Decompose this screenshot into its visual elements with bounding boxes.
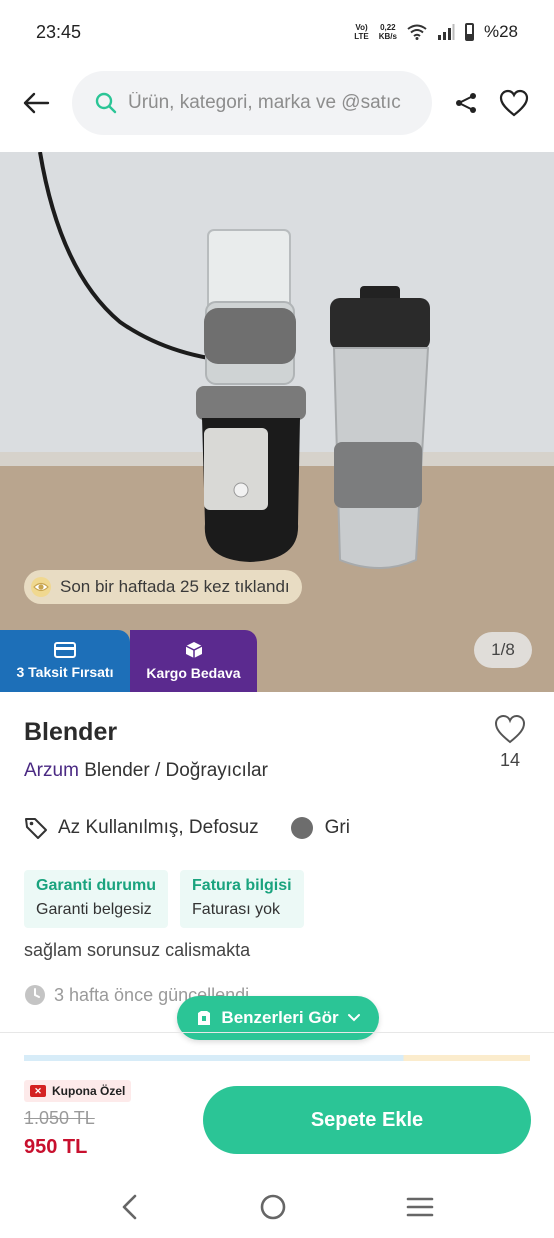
coupon-badge: ✕ Kupona Özel: [24, 1080, 132, 1102]
category-link[interactable]: Blender / Doğrayıcılar: [84, 760, 268, 781]
color-text: Gri: [324, 817, 350, 838]
status-indicators: Vo) LTE 0,22 KB/s %28: [354, 22, 518, 42]
heart-icon: [499, 89, 529, 117]
top-bar: [0, 70, 554, 136]
clock-icon: [25, 985, 45, 1005]
brand-category-line: Arzum Blender / Doğrayıcılar: [24, 760, 268, 782]
favorite-block[interactable]: 14: [488, 714, 532, 771]
attributes-row: Az Kullanılmış, Defosuz Gri: [24, 814, 350, 842]
battery-level: %28: [483, 22, 518, 41]
section-divider: [0, 1032, 554, 1033]
installment-label: 3 Taksit Fırsatı: [16, 664, 114, 680]
invoice-value: Faturası yok: [192, 901, 281, 918]
package-icon: [185, 642, 202, 658]
old-price: 1.050 TL: [24, 1108, 95, 1128]
product-photo: [0, 152, 554, 692]
warranty-label: Garanti durumu: [36, 877, 157, 894]
system-nav-bar: [0, 1176, 554, 1238]
coupon-icon: ✕: [30, 1085, 46, 1097]
product-title: Blender: [24, 718, 118, 746]
add-to-cart-button[interactable]: Sepete Ekle: [203, 1086, 531, 1154]
similar-products-label: Benzerleri Gör: [221, 1008, 339, 1027]
chevron-down-icon: [347, 1014, 360, 1022]
current-price: 950 TL: [24, 1136, 88, 1158]
eye-icon: [31, 577, 51, 597]
view-count-notice: Son bir haftada 25 kez tıklandı: [24, 570, 302, 604]
installment-badge[interactable]: 3 Taksit Fırsatı: [0, 630, 130, 692]
arrow-left-icon: [23, 92, 50, 114]
condition-text: Az Kullanılmış, Defosuz: [58, 817, 259, 838]
battery-icon: [464, 23, 474, 41]
free-shipping-label: Kargo Bedava: [146, 665, 241, 681]
coupon-label: Kupona Özel: [52, 1084, 126, 1098]
heart-icon: [494, 714, 526, 744]
status-bar: 23:45 Vo) LTE 0,22 KB/s %28: [0, 0, 554, 64]
network-speed: 0,22 KB/s: [378, 23, 397, 41]
status-time: 23:45: [36, 21, 82, 42]
home-nav-icon[interactable]: [259, 1193, 287, 1221]
purchase-bar: ✕ Kupona Özel 1.050 TL 950 TL Sepete Ekl…: [0, 1062, 554, 1174]
product-detail-page: 23:45 Vo) LTE 0,22 KB/s %28 Ürün, katego…: [0, 0, 554, 1238]
credit-card-icon: [54, 642, 76, 658]
recents-nav-icon[interactable]: [406, 1196, 434, 1218]
similar-products-button[interactable]: Benzerleri Gör: [177, 996, 379, 1040]
color-swatch: [290, 817, 313, 839]
brand-link[interactable]: Arzum: [24, 760, 79, 781]
network-type: Vo) LTE: [354, 23, 369, 41]
favorite-header-button[interactable]: [490, 70, 538, 136]
search-icon: [95, 92, 117, 114]
wifi-icon: [407, 24, 427, 40]
invoice-label: Fatura bilgisi: [192, 877, 292, 894]
view-count-text: Son bir haftada 25 kez tıklandı: [60, 577, 290, 596]
signal-icon: [437, 24, 455, 40]
product-image-gallery[interactable]: Son bir haftada 25 kez tıklandı 3 Taksit…: [0, 152, 554, 692]
similar-icon: [198, 1011, 211, 1025]
warranty-card: Garanti durumu Garanti belgesiz: [24, 870, 169, 928]
free-shipping-badge[interactable]: Kargo Bedava: [130, 630, 257, 692]
image-counter: 1/8: [474, 632, 532, 668]
promo-strip: [24, 1055, 530, 1061]
invoice-card: Fatura bilgisi Faturası yok: [180, 870, 304, 928]
share-icon: [456, 93, 476, 113]
favorite-count: 14: [499, 750, 521, 770]
info-cards: Garanti durumu Garanti belgesiz Fatura b…: [24, 870, 304, 928]
share-button[interactable]: [442, 70, 490, 136]
warranty-value: Garanti belgesiz: [36, 901, 152, 918]
back-button[interactable]: [0, 70, 72, 136]
search-input[interactable]: [128, 92, 408, 114]
search-bar[interactable]: [72, 71, 432, 135]
back-nav-icon[interactable]: [120, 1194, 140, 1220]
product-description: sağlam sorunsuz calismakta: [24, 940, 251, 960]
tag-icon: [25, 818, 47, 839]
